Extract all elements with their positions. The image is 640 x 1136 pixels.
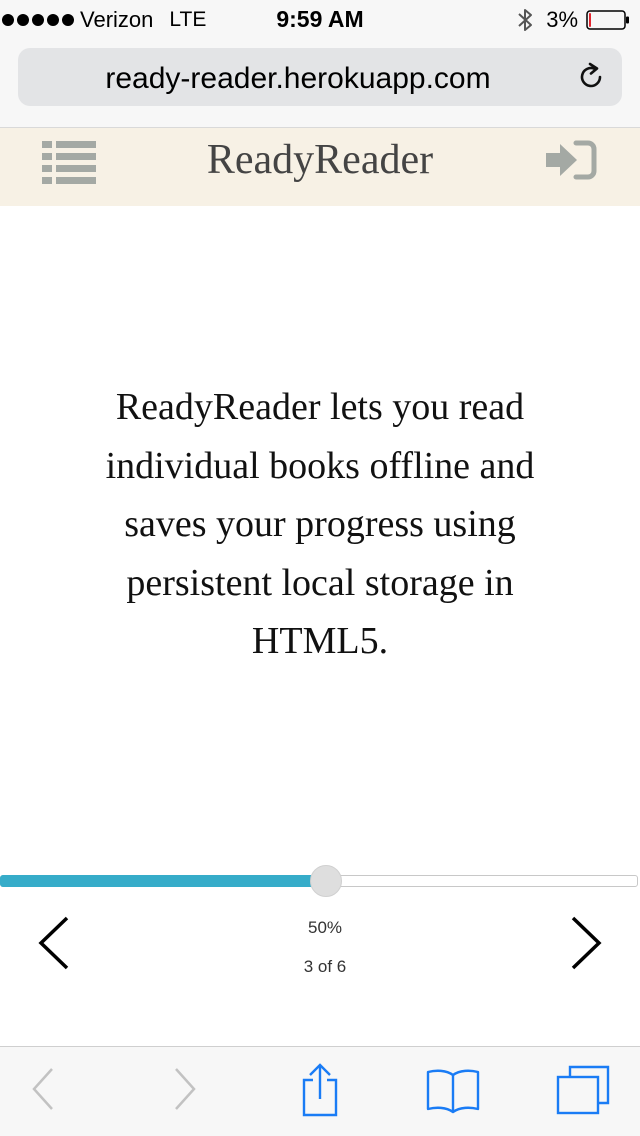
- battery-percent: 3%: [546, 7, 578, 32]
- bluetooth-icon: [518, 9, 533, 31]
- progress-thumb[interactable]: [310, 865, 342, 897]
- browser-toolbar: [0, 1046, 640, 1136]
- status-bar: Verizon LTE 9:59 AM 3%: [0, 0, 640, 40]
- progress-slider[interactable]: [0, 865, 640, 897]
- app-title[interactable]: ReadyReader: [0, 136, 640, 184]
- reload-icon[interactable]: [576, 62, 606, 92]
- tabs-icon[interactable]: [556, 1065, 610, 1115]
- page-count: 3 of 6: [303, 957, 347, 976]
- forward-icon[interactable]: [172, 1067, 198, 1111]
- progress-fill: [0, 875, 326, 887]
- address-bar[interactable]: ready-reader.herokuapp.com: [18, 48, 622, 106]
- share-icon[interactable]: [298, 1063, 342, 1117]
- book-page-text: ReadyReader lets you read individual boo…: [105, 386, 535, 662]
- sign-in-icon[interactable]: [546, 138, 598, 182]
- progress-percent: 50%: [307, 918, 343, 937]
- app-header: ReadyReader: [0, 128, 640, 206]
- battery-icon: [586, 10, 629, 30]
- back-icon[interactable]: [30, 1067, 56, 1111]
- url-text[interactable]: ready-reader.herokuapp.com: [18, 62, 578, 96]
- browser-address-area: ready-reader.herokuapp.com: [0, 40, 640, 128]
- bookmarks-icon[interactable]: [426, 1067, 480, 1115]
- status-right: 3%: [516, 6, 630, 34]
- chevron-right-icon[interactable]: [566, 915, 606, 971]
